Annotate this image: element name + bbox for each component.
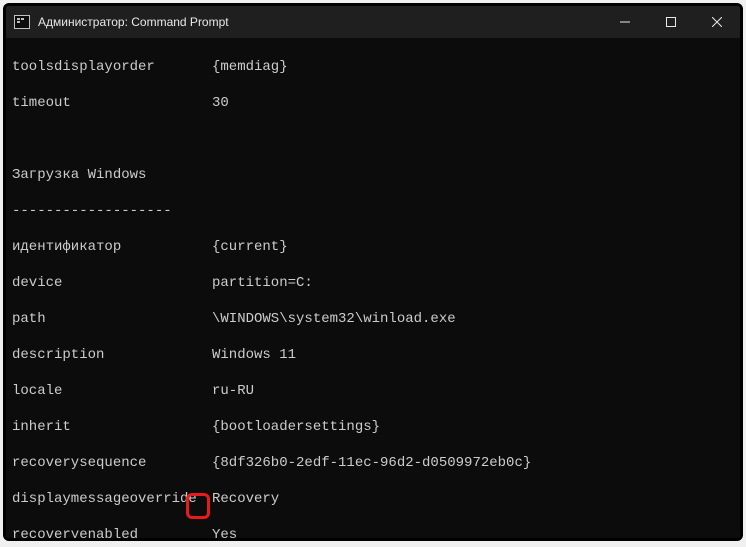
cmd-icon: [14, 15, 30, 29]
output-val: 30: [212, 94, 734, 112]
output-key: timeout: [12, 94, 212, 112]
output-val: Yes: [212, 526, 734, 538]
output-key: toolsdisplayorder: [12, 58, 212, 76]
output-key: displaymessageoverride: [12, 490, 212, 508]
output-key: description: [12, 346, 212, 364]
maximize-button[interactable]: [648, 6, 694, 38]
close-button[interactable]: [694, 6, 740, 38]
output-key: device: [12, 274, 212, 292]
maximize-icon: [666, 17, 676, 27]
close-icon: [712, 17, 722, 27]
minimize-icon: [620, 17, 630, 27]
output-key: recoverysequence: [12, 454, 212, 472]
output-val: {memdiag}: [212, 58, 734, 76]
output-val: Windows 11: [212, 346, 734, 364]
output-val: {8df326b0-2edf-11ec-96d2-d0509972eb0c}: [212, 454, 734, 472]
command-prompt-window: Администратор: Command Prompt toolsdispl…: [6, 6, 740, 538]
output-val: {current}: [212, 238, 734, 256]
terminal-output[interactable]: toolsdisplayorder{memdiag} timeout30 Заг…: [6, 38, 740, 538]
output-val: Recovery: [212, 490, 734, 508]
section-sep: -------------------: [12, 202, 734, 220]
output-val: \WINDOWS\system32\winload.exe: [212, 310, 734, 328]
output-key: идентификатор: [12, 238, 212, 256]
titlebar[interactable]: Администратор: Command Prompt: [6, 6, 740, 38]
output-key: recoveryenabled: [12, 526, 212, 538]
output-key: locale: [12, 382, 212, 400]
output-key: inherit: [12, 418, 212, 436]
output-val: ru-RU: [212, 382, 734, 400]
minimize-button[interactable]: [602, 6, 648, 38]
output-val: partition=C:: [212, 274, 734, 292]
output-key: path: [12, 310, 212, 328]
window-title: Администратор: Command Prompt: [38, 15, 229, 29]
output-val: {bootloadersettings}: [212, 418, 734, 436]
section-title: Загрузка Windows: [12, 166, 734, 184]
